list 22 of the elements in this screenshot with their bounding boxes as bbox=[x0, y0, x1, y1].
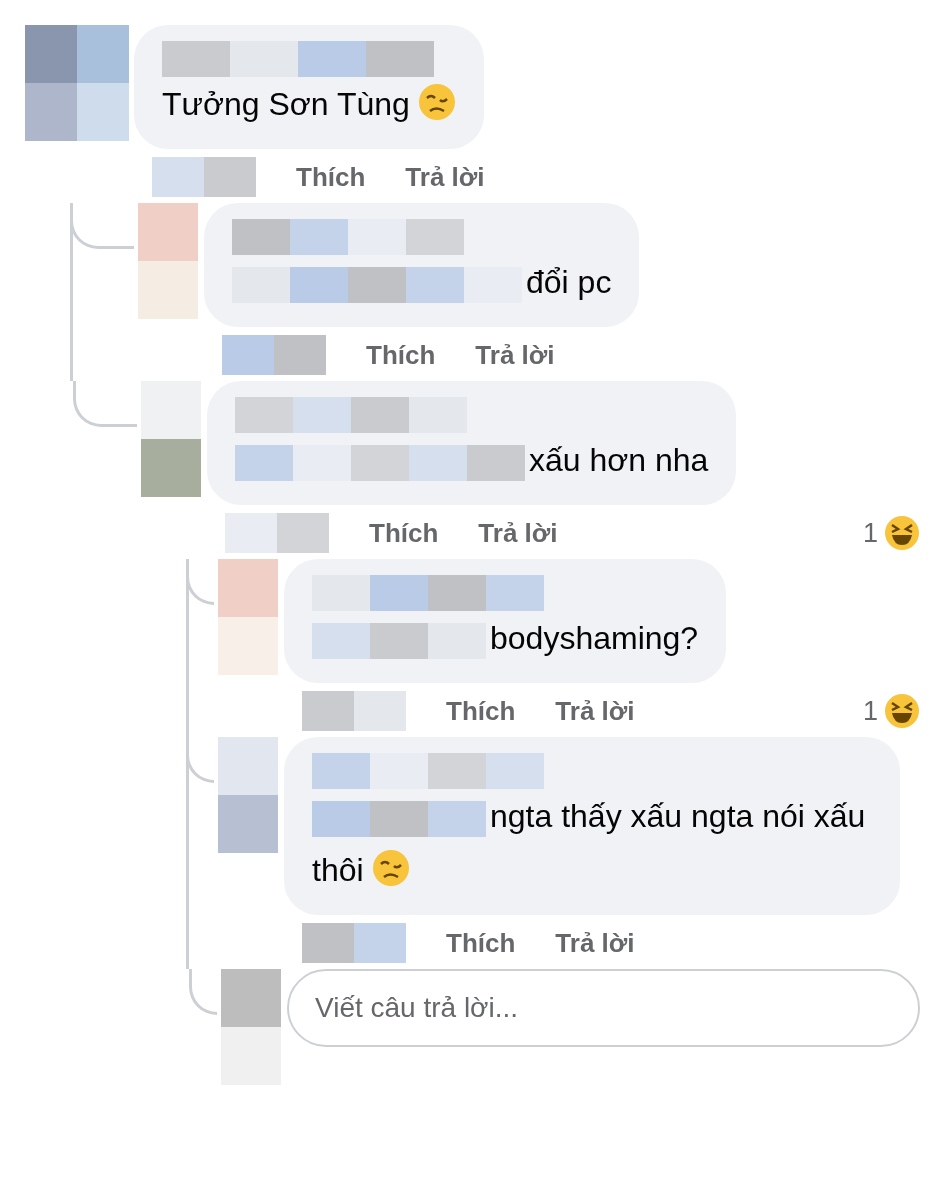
like-link[interactable]: Thích bbox=[446, 927, 516, 959]
comment-text: đổi pc bbox=[232, 255, 612, 309]
thread-connector bbox=[73, 381, 137, 427]
reply-link[interactable]: Trả lời bbox=[475, 339, 555, 371]
reply-input-field[interactable]: Viết câu trả lời... bbox=[287, 969, 920, 1047]
like-link[interactable]: Thích bbox=[446, 695, 516, 727]
reply-link[interactable]: Trả lời bbox=[555, 927, 635, 959]
thread-connector bbox=[189, 969, 217, 1015]
comment-text: bodyshaming? bbox=[312, 611, 699, 665]
reaction-count: 1 bbox=[862, 695, 878, 727]
like-link[interactable]: Thích bbox=[369, 517, 439, 549]
laughing-face-icon bbox=[884, 515, 920, 551]
comment-text: xấu hơn nha bbox=[235, 433, 709, 487]
like-link[interactable]: Thích bbox=[296, 161, 366, 193]
reaction-count: 1 bbox=[862, 517, 878, 549]
comment-text: Tưởng Sơn Tùng bbox=[162, 77, 456, 131]
reply-link[interactable]: Trả lời bbox=[405, 161, 485, 193]
laughing-face-icon bbox=[884, 693, 920, 729]
like-link[interactable]: Thích bbox=[366, 339, 436, 371]
reply-link[interactable]: Trả lời bbox=[555, 695, 635, 727]
reply-link[interactable]: Trả lời bbox=[478, 517, 558, 549]
comment-text: ngta thấy xấu ngta nói xấu thôi bbox=[312, 797, 867, 890]
